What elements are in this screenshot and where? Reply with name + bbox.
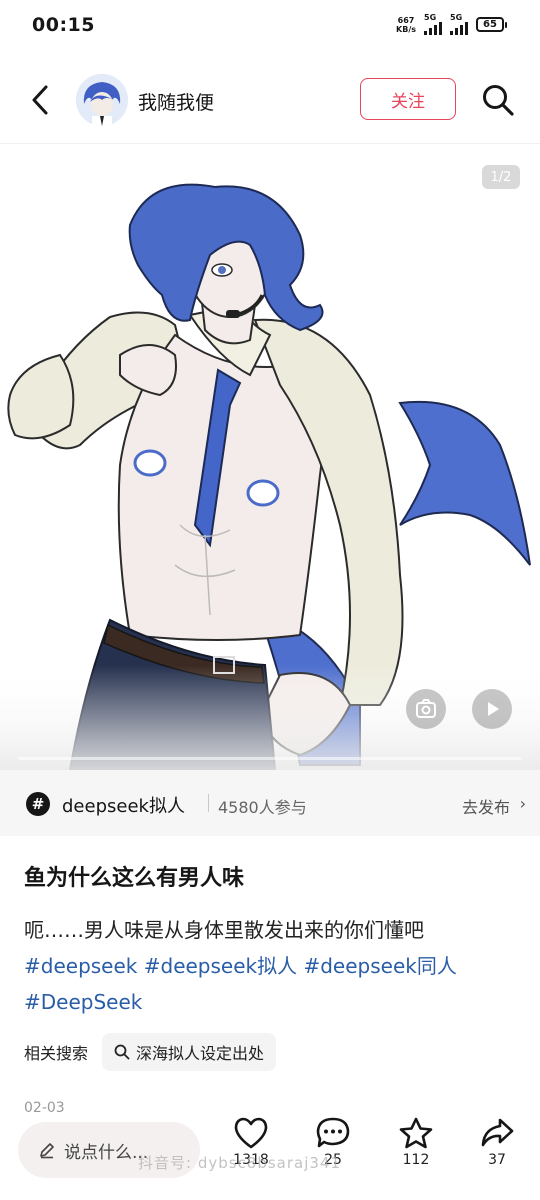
favorite-button[interactable]: 112 xyxy=(389,1116,443,1168)
back-button[interactable] xyxy=(22,80,58,120)
signal-icon-1: 5G xyxy=(424,14,442,35)
search-button[interactable] xyxy=(478,80,518,120)
comment-bubble-icon xyxy=(316,1117,350,1148)
related-search-chip[interactable]: 深海拟人设定出处 xyxy=(102,1033,277,1071)
avatar[interactable] xyxy=(76,74,128,126)
watermark: 抖音号: dybsc8bsaraj341 xyxy=(138,1154,342,1172)
net-speed: 667 KB/s xyxy=(396,16,416,34)
hashtag-link[interactable]: #deepseek xyxy=(24,954,137,978)
sim1-label: 5G xyxy=(424,13,437,22)
search-icon xyxy=(483,85,514,116)
heart-icon xyxy=(234,1117,268,1149)
signal-icon-2: 5G xyxy=(450,14,468,35)
battery-level: 65 xyxy=(483,19,497,30)
back-arrow-icon xyxy=(32,85,48,115)
post-to-topic-button[interactable]: 去发布 xyxy=(462,794,510,818)
status-time: 00:15 xyxy=(32,14,95,36)
header: 我随我便 关注 xyxy=(0,56,540,144)
pencil-icon xyxy=(40,1143,54,1159)
favorite-count: 112 xyxy=(402,1152,430,1168)
page-indicator: 1/2 xyxy=(482,165,520,189)
search-icon xyxy=(114,1044,130,1060)
topic-participants: 4580人参与 xyxy=(218,798,307,817)
status-bar: 00:15 667 KB/s 5G 5G 65 xyxy=(0,0,540,56)
star-icon xyxy=(399,1117,433,1149)
avatar-image xyxy=(76,74,128,126)
play-button[interactable] xyxy=(472,689,512,729)
post-title: 鱼为什么这么有男人味 xyxy=(24,866,245,891)
username[interactable]: 我随我便 xyxy=(138,88,214,115)
share-button[interactable]: 37 xyxy=(470,1116,524,1168)
hashtag-icon: # xyxy=(26,792,50,816)
related-search: 相关搜索 深海拟人设定出处 xyxy=(24,1032,277,1072)
post-text: 呃……男人味是从身体里散发出来的你们懂吧 xyxy=(24,918,424,942)
hashtag-link[interactable]: #deepseek拟人 xyxy=(144,954,297,978)
share-arrow-icon xyxy=(481,1118,514,1147)
post-body: 呃……男人味是从身体里散发出来的你们懂吧 #deepseek #deepseek… xyxy=(24,912,524,1020)
hashtag-link[interactable]: #DeepSeek xyxy=(24,990,142,1014)
sim2-label: 5G xyxy=(450,13,463,22)
status-indicators: 667 KB/s 5G 5G 65 xyxy=(396,14,507,35)
live-photo-icon xyxy=(416,699,436,718)
topic-row[interactable]: # deepseek拟人 4580人参与 去发布 › xyxy=(0,770,540,836)
chevron-right-icon: › xyxy=(519,794,526,813)
hashtag-link[interactable]: #deepseek同人 xyxy=(303,954,456,978)
battery-icon: 65 xyxy=(476,17,507,32)
illustration xyxy=(0,183,540,770)
related-search-label: 相关搜索 xyxy=(24,1044,89,1063)
related-search-query: 深海拟人设定出处 xyxy=(136,1044,265,1063)
post-image[interactable]: 1/2 xyxy=(0,145,540,770)
divider xyxy=(208,794,209,812)
share-count: 37 xyxy=(488,1152,506,1168)
net-speed-unit: KB/s xyxy=(396,24,416,34)
play-icon xyxy=(488,702,499,716)
follow-button[interactable]: 关注 xyxy=(360,78,456,120)
image-progress-bar xyxy=(18,757,522,760)
live-photo-button[interactable] xyxy=(406,689,446,729)
topic-name[interactable]: deepseek拟人 xyxy=(62,792,185,818)
comment-placeholder: 说点什么... xyxy=(64,1142,149,1163)
net-speed-value: 667 xyxy=(397,15,415,25)
